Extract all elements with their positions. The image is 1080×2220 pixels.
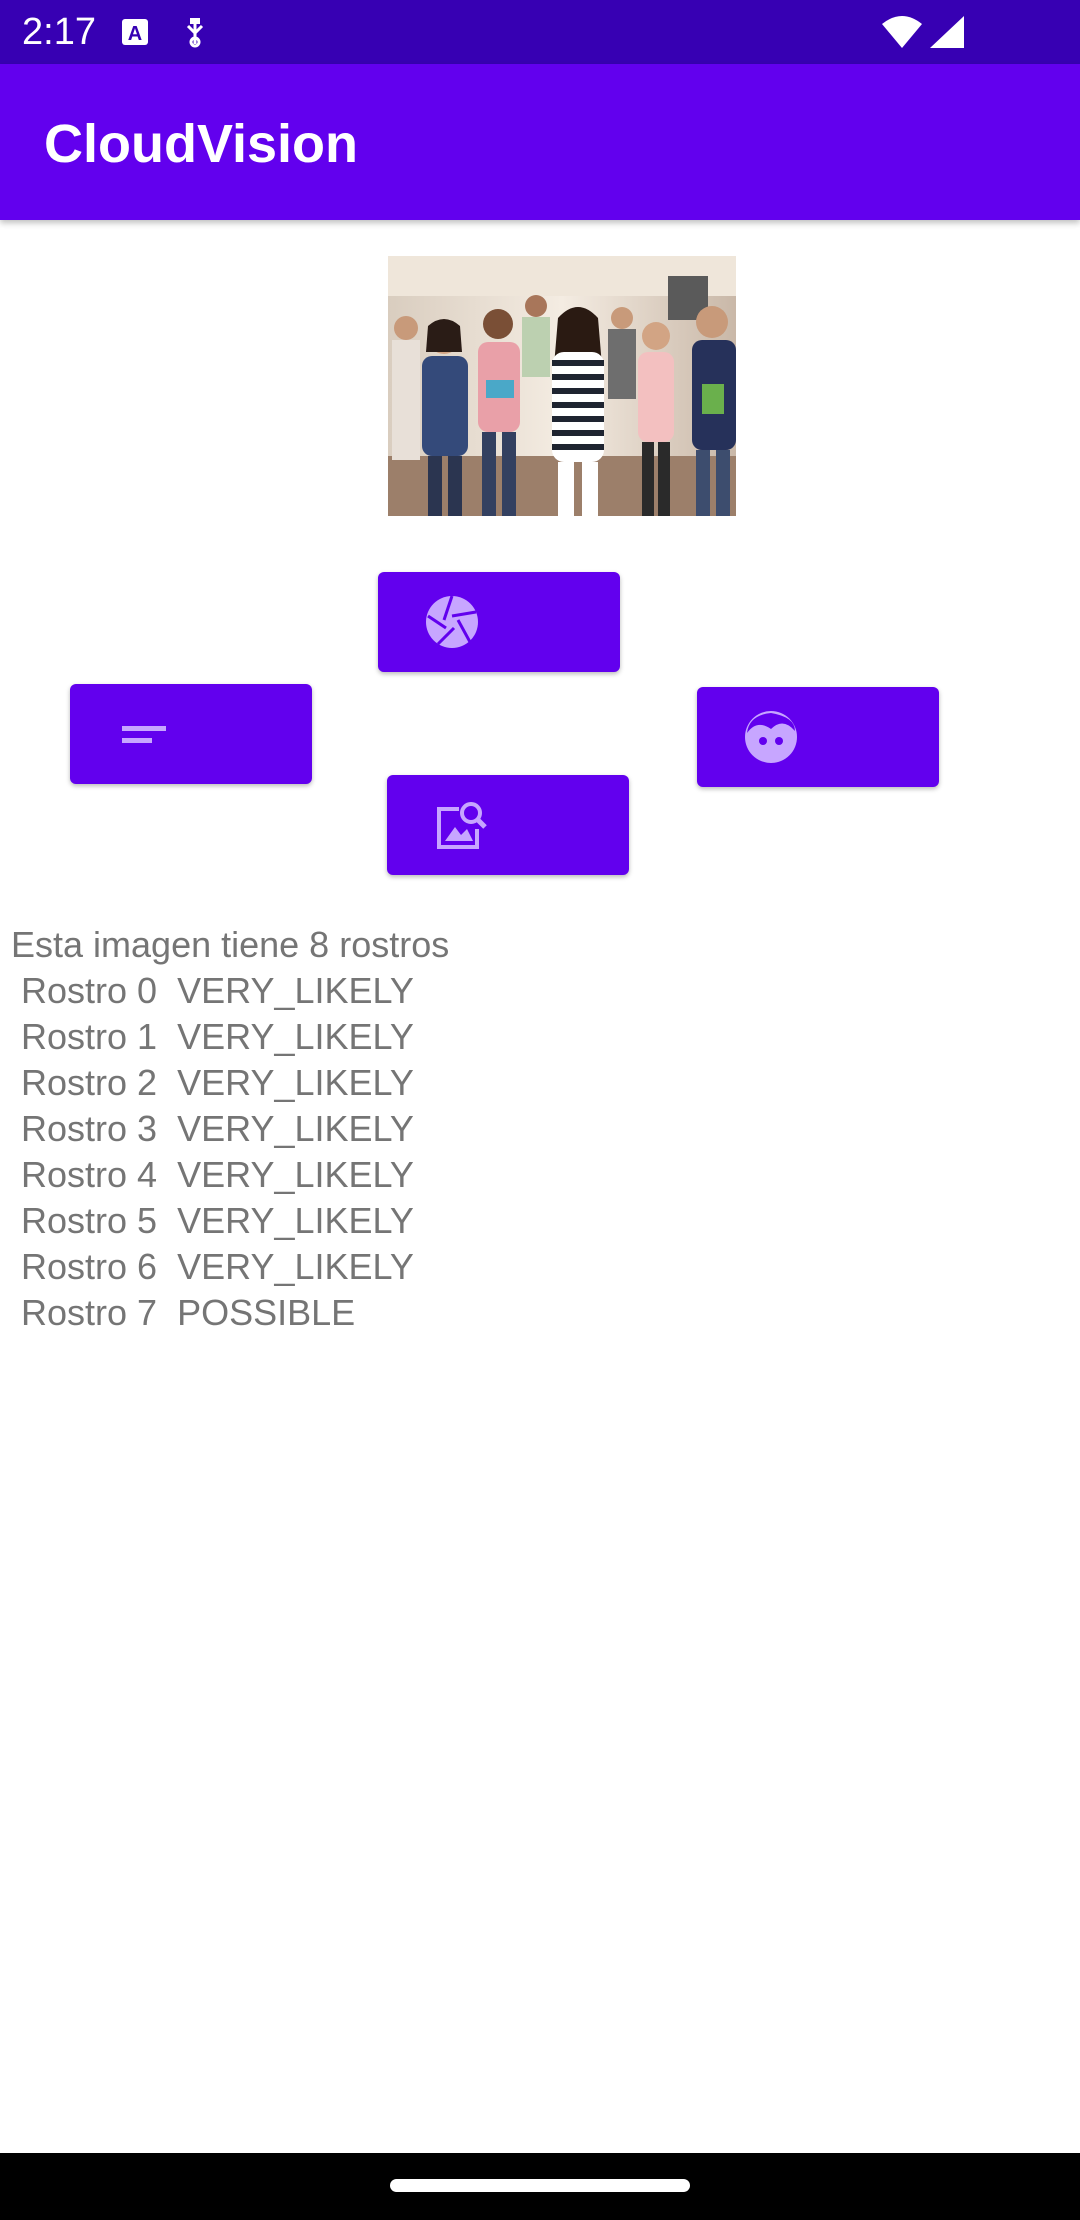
app-bar: CloudVision (0, 64, 1080, 220)
wifi-icon (880, 14, 924, 50)
face-label: Rostro 2 (21, 1062, 158, 1103)
navigation-bar (0, 2153, 1080, 2220)
analyzed-photo (388, 256, 736, 516)
face-label: Rostro 5 (21, 1200, 158, 1241)
face-likelihood: VERY_LIKELY (177, 1108, 414, 1149)
face-result-row: Rostro 0 VERY_LIKELY (11, 968, 449, 1014)
status-bar: 2:17 A (0, 0, 1080, 64)
status-time: 2:17 (22, 11, 96, 53)
face-likelihood: VERY_LIKELY (177, 1016, 414, 1057)
face-label: Rostro 0 (21, 970, 158, 1011)
text-lines-icon (116, 706, 172, 762)
face-likelihood: VERY_LIKELY (177, 1246, 414, 1287)
image-search-icon (433, 797, 489, 853)
face-likelihood: VERY_LIKELY (177, 1200, 414, 1241)
cell-signal-icon (926, 14, 966, 50)
face-result-row: Rostro 6 VERY_LIKELY (11, 1244, 449, 1290)
face-result-row: Rostro 1 VERY_LIKELY (11, 1014, 449, 1060)
face-result-row: Rostro 5 VERY_LIKELY (11, 1198, 449, 1244)
face-result-row: Rostro 7 POSSIBLE (11, 1290, 449, 1336)
face-detection-button[interactable] (697, 687, 939, 787)
face-label: Rostro 7 (21, 1292, 158, 1333)
app-title: CloudVision (44, 114, 359, 174)
face-likelihood: VERY_LIKELY (177, 1154, 414, 1195)
camera-shutter-icon (424, 594, 480, 650)
text-detection-button[interactable] (70, 684, 312, 784)
face-likelihood: POSSIBLE (177, 1292, 356, 1333)
keyboard-a-icon: A (120, 16, 150, 48)
face-result-row: Rostro 4 VERY_LIKELY (11, 1152, 449, 1198)
results-title: Esta imagen tiene 8 rostros (11, 924, 450, 965)
face-label: Rostro 1 (21, 1016, 158, 1057)
screen: 2:17 A CloudVision Esta imagen tiene 8 r… (0, 0, 1080, 2220)
face-icon (743, 709, 799, 765)
face-likelihood: VERY_LIKELY (177, 970, 414, 1011)
usb-debug-icon (180, 16, 210, 48)
face-label: Rostro 3 (21, 1108, 158, 1149)
home-gesture-handle[interactable] (390, 2179, 690, 2192)
face-likelihood: VERY_LIKELY (177, 1062, 414, 1103)
camera-button[interactable] (378, 572, 620, 672)
face-result-row: Rostro 2 VERY_LIKELY (11, 1060, 449, 1106)
face-result-row: Rostro 3 VERY_LIKELY (11, 1106, 449, 1152)
face-label: Rostro 4 (21, 1154, 158, 1195)
svg-text:A: A (128, 23, 142, 45)
face-results: Esta imagen tiene 8 rostros Rostro 0 VER… (11, 922, 449, 1336)
image-search-button[interactable] (387, 775, 629, 875)
face-label: Rostro 6 (21, 1246, 158, 1287)
